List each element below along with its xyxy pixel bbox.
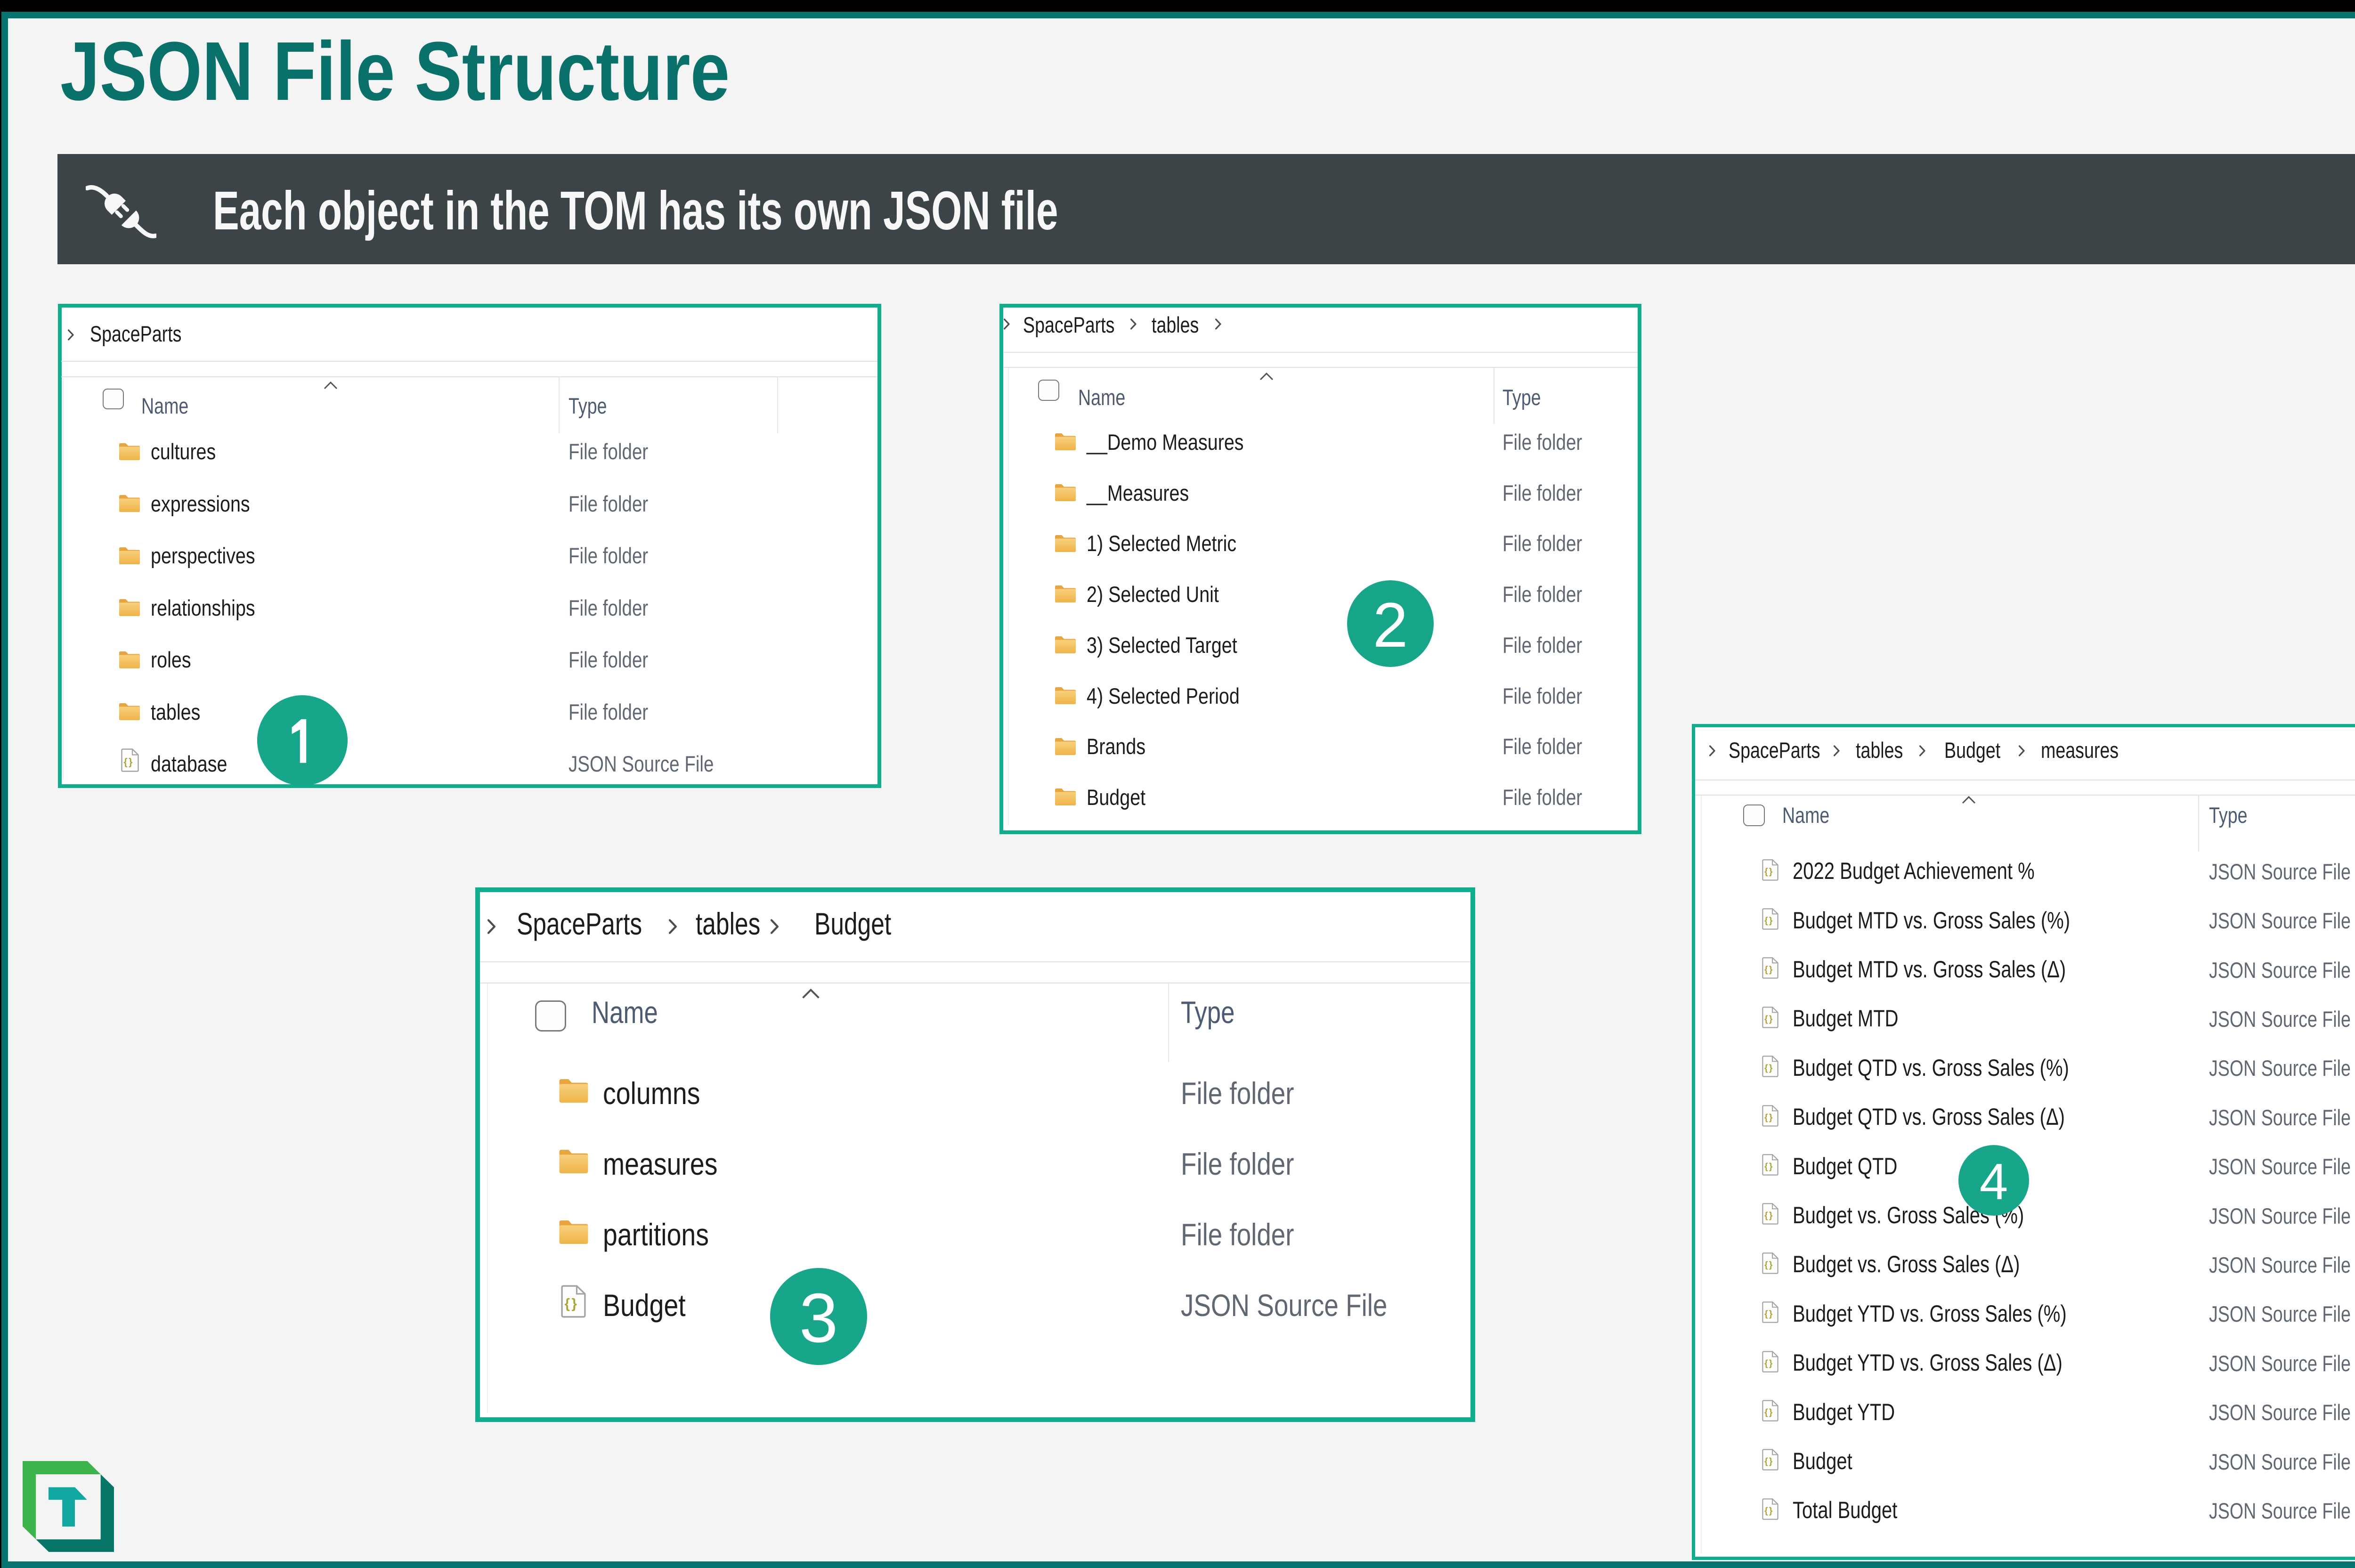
svg-text:{}: {} [1764, 1113, 1774, 1122]
svg-text:{}: {} [1764, 1457, 1774, 1467]
svg-text:{}: {} [1764, 965, 1774, 975]
svg-text:{}: {} [124, 757, 134, 768]
svg-text:{}: {} [1764, 1014, 1774, 1024]
svg-text:{}: {} [1764, 916, 1774, 926]
svg-text:{}: {} [565, 1296, 579, 1312]
svg-text:{}: {} [1764, 1408, 1774, 1418]
svg-text:{}: {} [1764, 1506, 1774, 1516]
svg-text:{}: {} [1764, 1260, 1774, 1270]
svg-text:{}: {} [1764, 1309, 1774, 1319]
svg-text:{}: {} [1764, 1162, 1774, 1172]
svg-text:{}: {} [1764, 1064, 1774, 1073]
svg-text:{}: {} [1764, 1211, 1774, 1221]
svg-text:{}: {} [1764, 867, 1774, 877]
svg-text:{}: {} [1764, 1358, 1774, 1368]
